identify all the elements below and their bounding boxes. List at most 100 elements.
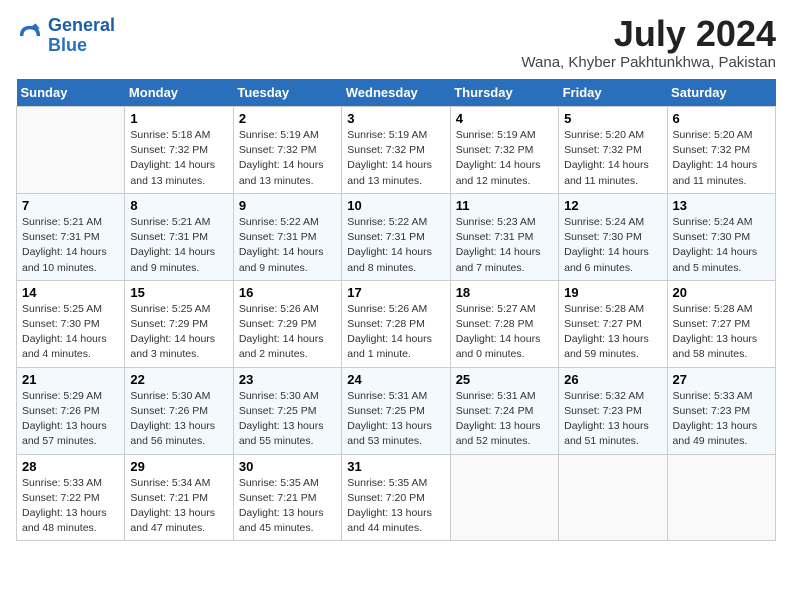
day-info: Sunrise: 5:34 AM Sunset: 7:21 PM Dayligh… <box>130 476 227 537</box>
day-number: 5 <box>564 111 661 126</box>
calendar-cell: 28Sunrise: 5:33 AM Sunset: 7:22 PM Dayli… <box>17 454 125 541</box>
calendar-table: SundayMondayTuesdayWednesdayThursdayFrid… <box>16 79 776 541</box>
location: Wana, Khyber Pakhtunkhwa, Pakistan <box>521 54 776 71</box>
day-info: Sunrise: 5:35 AM Sunset: 7:21 PM Dayligh… <box>239 476 336 537</box>
calendar-cell: 22 Sunrise: 5:30 AM Sunset: 7:26 PM Dayli… <box>125 367 233 454</box>
calendar-cell: 13 Sunrise: 5:24 AM Sunset: 7:30 PM Dayli… <box>667 193 775 280</box>
day-info: Sunrise: 5:22 AM Sunset: 7:31 PM Dayligh… <box>347 215 444 276</box>
day-number: 15 <box>130 285 227 300</box>
day-info: Sunrise: 5:19 AM Sunset: 7:32 PM Dayligh… <box>456 128 553 189</box>
calendar-cell: 16 Sunrise: 5:26 AM Sunset: 7:29 PM Dayli… <box>233 280 341 367</box>
calendar-week-row: 14Sunrise: 5:25 AM Sunset: 7:30 PM Dayli… <box>17 280 776 367</box>
day-header-friday: Friday <box>559 79 667 107</box>
calendar-cell: 31 Sunrise: 5:35 AM Sunset: 7:20 PM Dayli… <box>342 454 450 541</box>
day-info: Sunrise: 5:31 AM Sunset: 7:24 PM Dayligh… <box>456 389 553 450</box>
calendar-cell <box>667 454 775 541</box>
day-number: 9 <box>239 198 336 213</box>
day-info: Sunrise: 5:30 AM Sunset: 7:25 PM Dayligh… <box>239 389 336 450</box>
day-info: Sunrise: 5:20 AM Sunset: 7:32 PM Dayligh… <box>564 128 661 189</box>
calendar-cell: 2 Sunrise: 5:19 AM Sunset: 7:32 PM Daylig… <box>233 107 341 194</box>
calendar-cell: 17 Sunrise: 5:26 AM Sunset: 7:28 PM Dayli… <box>342 280 450 367</box>
day-number: 31 <box>347 459 444 474</box>
calendar-cell: 20Sunrise: 5:28 AM Sunset: 7:27 PM Dayli… <box>667 280 775 367</box>
day-number: 16 <box>239 285 336 300</box>
day-number: 13 <box>673 198 770 213</box>
day-info: Sunrise: 5:21 AM Sunset: 7:31 PM Dayligh… <box>22 215 119 276</box>
day-number: 10 <box>347 198 444 213</box>
day-info: Sunrise: 5:24 AM Sunset: 7:30 PM Dayligh… <box>564 215 661 276</box>
day-info: Sunrise: 5:35 AM Sunset: 7:20 PM Dayligh… <box>347 476 444 537</box>
calendar-cell: 4 Sunrise: 5:19 AM Sunset: 7:32 PM Daylig… <box>450 107 558 194</box>
calendar-cell: 25Sunrise: 5:31 AM Sunset: 7:24 PM Dayli… <box>450 367 558 454</box>
day-number: 8 <box>130 198 227 213</box>
page-header: General Blue July 2024 Wana, Khyber Pakh… <box>16 16 776 71</box>
day-number: 7 <box>22 198 119 213</box>
day-info: Sunrise: 5:30 AM Sunset: 7:26 PM Dayligh… <box>130 389 227 450</box>
day-number: 29 <box>130 459 227 474</box>
calendar-cell <box>559 454 667 541</box>
day-header-thursday: Thursday <box>450 79 558 107</box>
calendar-cell: 11 Sunrise: 5:23 AM Sunset: 7:31 PM Dayli… <box>450 193 558 280</box>
month-year: July 2024 <box>521 16 776 52</box>
day-number: 21 <box>22 372 119 387</box>
day-header-sunday: Sunday <box>17 79 125 107</box>
day-number: 24 <box>347 372 444 387</box>
day-number: 22 <box>130 372 227 387</box>
day-number: 14 <box>22 285 119 300</box>
calendar-week-row: 7 Sunrise: 5:21 AM Sunset: 7:31 PM Daylig… <box>17 193 776 280</box>
day-number: 19 <box>564 285 661 300</box>
day-info: Sunrise: 5:33 AM Sunset: 7:22 PM Dayligh… <box>22 476 119 537</box>
day-number: 3 <box>347 111 444 126</box>
day-info: Sunrise: 5:26 AM Sunset: 7:28 PM Dayligh… <box>347 302 444 363</box>
day-header-wednesday: Wednesday <box>342 79 450 107</box>
day-info: Sunrise: 5:32 AM Sunset: 7:23 PM Dayligh… <box>564 389 661 450</box>
calendar-week-row: 21 Sunrise: 5:29 AM Sunset: 7:26 PM Dayli… <box>17 367 776 454</box>
day-info: Sunrise: 5:26 AM Sunset: 7:29 PM Dayligh… <box>239 302 336 363</box>
day-number: 2 <box>239 111 336 126</box>
day-info: Sunrise: 5:24 AM Sunset: 7:30 PM Dayligh… <box>673 215 770 276</box>
day-info: Sunrise: 5:22 AM Sunset: 7:31 PM Dayligh… <box>239 215 336 276</box>
day-number: 6 <box>673 111 770 126</box>
calendar-cell <box>17 107 125 194</box>
logo-line2: Blue <box>48 36 115 56</box>
day-info: Sunrise: 5:27 AM Sunset: 7:28 PM Dayligh… <box>456 302 553 363</box>
day-number: 4 <box>456 111 553 126</box>
calendar-cell: 14Sunrise: 5:25 AM Sunset: 7:30 PM Dayli… <box>17 280 125 367</box>
calendar-cell: 30Sunrise: 5:35 AM Sunset: 7:21 PM Dayli… <box>233 454 341 541</box>
calendar-cell: 7 Sunrise: 5:21 AM Sunset: 7:31 PM Daylig… <box>17 193 125 280</box>
calendar-cell: 6 Sunrise: 5:20 AM Sunset: 7:32 PM Daylig… <box>667 107 775 194</box>
day-number: 27 <box>673 372 770 387</box>
calendar-cell: 24Sunrise: 5:31 AM Sunset: 7:25 PM Dayli… <box>342 367 450 454</box>
day-info: Sunrise: 5:20 AM Sunset: 7:32 PM Dayligh… <box>673 128 770 189</box>
day-info: Sunrise: 5:19 AM Sunset: 7:32 PM Dayligh… <box>347 128 444 189</box>
calendar-cell: 9 Sunrise: 5:22 AM Sunset: 7:31 PM Daylig… <box>233 193 341 280</box>
day-info: Sunrise: 5:25 AM Sunset: 7:29 PM Dayligh… <box>130 302 227 363</box>
day-header-monday: Monday <box>125 79 233 107</box>
day-number: 12 <box>564 198 661 213</box>
calendar-cell: 23Sunrise: 5:30 AM Sunset: 7:25 PM Dayli… <box>233 367 341 454</box>
calendar-cell: 12 Sunrise: 5:24 AM Sunset: 7:30 PM Dayli… <box>559 193 667 280</box>
day-info: Sunrise: 5:23 AM Sunset: 7:31 PM Dayligh… <box>456 215 553 276</box>
day-number: 1 <box>130 111 227 126</box>
logo: General Blue <box>16 16 115 56</box>
day-number: 11 <box>456 198 553 213</box>
calendar-cell: 15 Sunrise: 5:25 AM Sunset: 7:29 PM Dayli… <box>125 280 233 367</box>
day-header-tuesday: Tuesday <box>233 79 341 107</box>
day-header-saturday: Saturday <box>667 79 775 107</box>
calendar-week-row: 1 Sunrise: 5:18 AM Sunset: 7:32 PM Daylig… <box>17 107 776 194</box>
calendar-cell: 21 Sunrise: 5:29 AM Sunset: 7:26 PM Dayli… <box>17 367 125 454</box>
logo-line1: General <box>48 15 115 35</box>
day-info: Sunrise: 5:29 AM Sunset: 7:26 PM Dayligh… <box>22 389 119 450</box>
day-info: Sunrise: 5:19 AM Sunset: 7:32 PM Dayligh… <box>239 128 336 189</box>
calendar-cell: 18 Sunrise: 5:27 AM Sunset: 7:28 PM Dayli… <box>450 280 558 367</box>
logo-text: General Blue <box>48 16 115 56</box>
day-number: 17 <box>347 285 444 300</box>
day-number: 18 <box>456 285 553 300</box>
day-info: Sunrise: 5:33 AM Sunset: 7:23 PM Dayligh… <box>673 389 770 450</box>
day-number: 26 <box>564 372 661 387</box>
day-info: Sunrise: 5:28 AM Sunset: 7:27 PM Dayligh… <box>564 302 661 363</box>
calendar-cell: 1 Sunrise: 5:18 AM Sunset: 7:32 PM Daylig… <box>125 107 233 194</box>
title-block: July 2024 Wana, Khyber Pakhtunkhwa, Paki… <box>521 16 776 71</box>
calendar-cell: 10 Sunrise: 5:22 AM Sunset: 7:31 PM Dayli… <box>342 193 450 280</box>
day-info: Sunrise: 5:18 AM Sunset: 7:32 PM Dayligh… <box>130 128 227 189</box>
